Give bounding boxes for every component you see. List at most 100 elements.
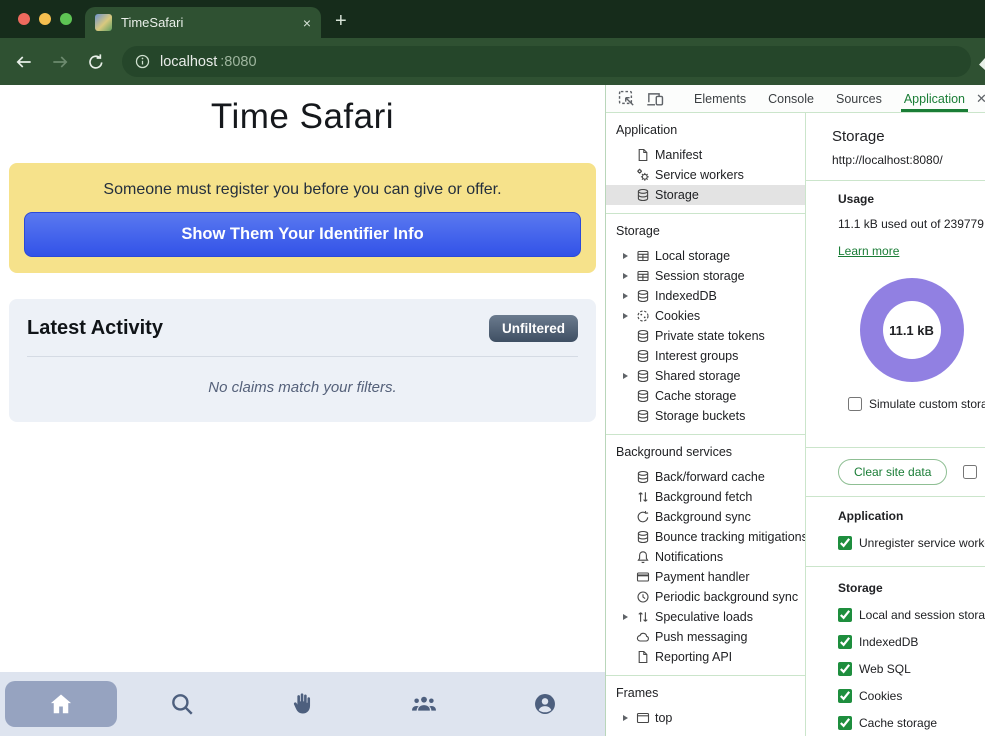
database-icon — [636, 188, 650, 202]
tree-item-back-forward-cache[interactable]: Back/forward cache — [606, 467, 805, 487]
learn-more-link[interactable]: Learn more — [838, 244, 899, 258]
expand-icon[interactable] — [620, 373, 631, 379]
third-party-cookies-row: including third-party cookies — [963, 465, 985, 479]
show-identifier-button[interactable]: Show Them Your Identifier Info — [24, 212, 581, 257]
cloud-icon — [636, 630, 650, 644]
tree-item-private-state-tokens[interactable]: Private state tokens — [606, 326, 805, 346]
expand-icon[interactable] — [620, 614, 631, 620]
profile-icon — [532, 691, 558, 717]
tree-item-session-storage[interactable]: Session storage — [606, 266, 805, 286]
expand-icon[interactable] — [620, 293, 631, 299]
clear-site-data-button[interactable]: Clear site data — [838, 459, 947, 485]
back-icon[interactable] — [14, 52, 34, 72]
tab-sources[interactable]: Sources — [825, 85, 893, 112]
clipped-toolbar-icon — [978, 58, 985, 70]
devtools-toolbar: Elements Console Sources Application ✕ — [606, 85, 985, 113]
browser-tab[interactable]: TimeSafari × — [85, 7, 321, 38]
url-bar[interactable]: localhost:8080 — [122, 46, 971, 77]
url-host: localhost — [160, 54, 217, 70]
simulate-quota-checkbox[interactable] — [848, 397, 862, 411]
tree-item-shared-storage[interactable]: Shared storage — [606, 366, 805, 386]
expand-icon[interactable] — [620, 715, 631, 721]
tree-item-storage[interactable]: Storage — [606, 185, 805, 205]
usage-donut-chart: 11.1 kB — [860, 278, 964, 382]
third-party-cookies-checkbox[interactable] — [963, 465, 977, 479]
tree-item-local-storage[interactable]: Local storage — [606, 246, 805, 266]
expand-icon[interactable] — [620, 273, 631, 279]
tab-console[interactable]: Console — [757, 85, 825, 112]
tree-item-payment-handler[interactable]: Payment handler — [606, 567, 805, 587]
unfiltered-button[interactable]: Unfiltered — [489, 315, 578, 342]
tree-item-notifications[interactable]: Notifications — [606, 547, 805, 567]
gears-icon — [636, 168, 650, 182]
expand-icon[interactable] — [620, 253, 631, 259]
raised-hand-icon — [290, 691, 316, 717]
tree-item-top-frame[interactable]: top — [606, 708, 805, 728]
section-application: Application — [606, 121, 805, 139]
close-devtools-icon[interactable]: ✕ — [976, 91, 985, 107]
new-tab-button[interactable]: + — [335, 11, 347, 31]
tab-elements[interactable]: Elements — [683, 85, 757, 112]
home-icon — [48, 691, 74, 717]
nav-item-home[interactable] — [0, 681, 121, 727]
tree-item-service-workers[interactable]: Service workers — [606, 165, 805, 185]
document-icon — [636, 148, 650, 162]
empty-claims-message: No claims match your filters. — [27, 379, 578, 396]
tree-item-storage-buckets[interactable]: Storage buckets — [606, 406, 805, 426]
up-down-arrows-icon — [636, 490, 650, 504]
latest-activity-card: Latest Activity Unfiltered No claims mat… — [9, 299, 596, 422]
usage-donut-label: 11.1 kB — [860, 278, 964, 382]
tree-item-periodic-background-sync[interactable]: Periodic background sync — [606, 587, 805, 607]
database-icon — [636, 349, 650, 363]
tree-item-interest-groups[interactable]: Interest groups — [606, 346, 805, 366]
forward-icon[interactable] — [50, 52, 70, 72]
nav-item-offers[interactable] — [242, 691, 363, 717]
web-sql-checkbox[interactable] — [838, 662, 852, 676]
cache-storage-checkbox[interactable] — [838, 716, 852, 730]
window-controls — [18, 13, 72, 25]
nav-item-search[interactable] — [121, 691, 242, 717]
expand-icon[interactable] — [620, 313, 631, 319]
tree-item-manifest[interactable]: Manifest — [606, 145, 805, 165]
application-sidebar: Application Manifest Service workers Sto… — [606, 113, 806, 736]
search-icon — [169, 691, 195, 717]
people-icon — [411, 691, 437, 717]
window-minimize-button[interactable] — [39, 13, 51, 25]
device-toolbar-icon[interactable] — [646, 90, 664, 108]
clock-icon — [636, 590, 650, 604]
tree-item-indexeddb[interactable]: IndexedDB — [606, 286, 805, 306]
tree-item-reporting-api[interactable]: Reporting API — [606, 647, 805, 667]
window-zoom-button[interactable] — [60, 13, 72, 25]
storage-panel: Storage http://localhost:8080/ Usage 11.… — [806, 113, 985, 736]
database-icon — [636, 289, 650, 303]
local-session-storage-checkbox[interactable] — [838, 608, 852, 622]
activity-title: Latest Activity — [27, 317, 163, 340]
tree-item-background-fetch[interactable]: Background fetch — [606, 487, 805, 507]
web-page: Time Safari Someone must register you be… — [0, 85, 605, 736]
cookies-row: Cookies — [838, 689, 985, 703]
tree-item-cache-storage[interactable]: Cache storage — [606, 386, 805, 406]
tree-item-speculative-loads[interactable]: Speculative loads — [606, 607, 805, 627]
bottom-navigation — [0, 672, 605, 736]
tree-item-background-sync[interactable]: Background sync — [606, 507, 805, 527]
reload-icon[interactable] — [86, 52, 106, 72]
site-info-icon[interactable] — [134, 53, 151, 70]
registration-alert: Someone must register you before you can… — [9, 163, 596, 273]
nav-item-profile[interactable] — [484, 691, 605, 717]
database-icon — [636, 329, 650, 343]
table-icon — [636, 269, 650, 283]
inspect-element-icon[interactable] — [618, 90, 636, 108]
tree-item-push-messaging[interactable]: Push messaging — [606, 627, 805, 647]
database-icon — [636, 369, 650, 383]
tab-application[interactable]: Application — [893, 85, 976, 112]
tree-item-cookies[interactable]: Cookies — [606, 306, 805, 326]
cookies-checkbox[interactable] — [838, 689, 852, 703]
indexeddb-checkbox[interactable] — [838, 635, 852, 649]
tab-close-icon[interactable]: × — [303, 15, 311, 31]
nav-item-contacts[interactable] — [363, 691, 484, 717]
tree-item-bounce-tracking-mitigations[interactable]: Bounce tracking mitigations — [606, 527, 805, 547]
unregister-sw-checkbox[interactable] — [838, 536, 852, 550]
payment-card-icon — [636, 570, 650, 584]
browser-toolbar: localhost:8080 — [0, 38, 985, 85]
window-close-button[interactable] — [18, 13, 30, 25]
